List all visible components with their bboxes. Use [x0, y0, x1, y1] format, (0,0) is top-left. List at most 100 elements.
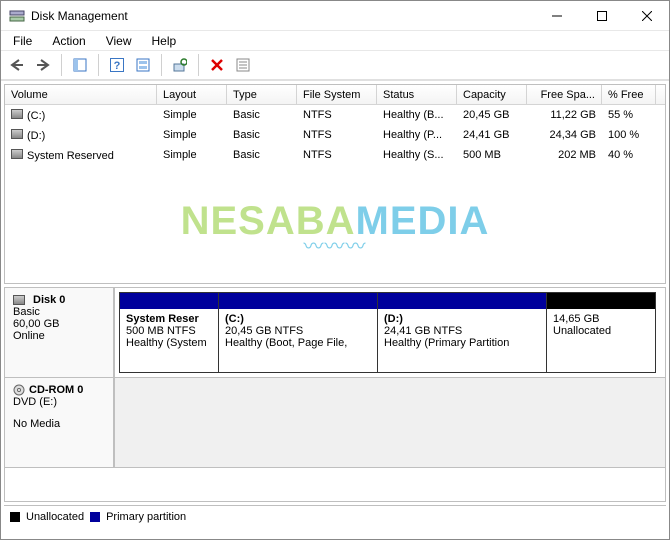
partition-bar — [120, 293, 218, 309]
volume-row[interactable]: (C:) Simple Basic NTFS Healthy (B... 20,… — [5, 105, 665, 125]
menu-file[interactable]: File — [5, 32, 40, 50]
cell-pct: 100 % — [602, 129, 656, 141]
disk-type: Basic — [13, 306, 105, 318]
volume-name: (C:) — [27, 110, 45, 122]
legend-label-unallocated: Unallocated — [26, 511, 84, 523]
col-type[interactable]: Type — [227, 85, 297, 104]
partition-size: 14,65 GB — [553, 313, 649, 325]
graphical-view: Disk 0 Basic 60,00 GB Online System Rese… — [4, 287, 666, 502]
toolbar: ? — [1, 51, 669, 81]
cell-capacity: 24,41 GB — [457, 129, 527, 141]
cell-status: Healthy (B... — [377, 109, 457, 121]
partition-bar — [378, 293, 546, 309]
forward-button[interactable] — [31, 53, 55, 77]
cdrom-icon — [13, 384, 25, 396]
disk-row-cdrom0: CD-ROM 0 DVD (E:) No Media — [5, 378, 665, 468]
cell-free: 11,22 GB — [527, 109, 602, 121]
disk-status: Online — [13, 330, 105, 342]
disk-type: DVD (E:) — [13, 396, 105, 408]
menu-view[interactable]: View — [98, 32, 140, 50]
partition-system-reserved[interactable]: System Reser 500 MB NTFS Healthy (System — [119, 292, 219, 373]
disk-partitions: System Reser 500 MB NTFS Healthy (System… — [115, 288, 665, 377]
volume-name: System Reserved — [27, 150, 114, 162]
partition-bar — [547, 293, 655, 309]
cell-status: Healthy (S... — [377, 149, 457, 161]
partition-c[interactable]: (C:) 20,45 GB NTFS Healthy (Boot, Page F… — [218, 292, 378, 373]
partition-unallocated[interactable]: 14,65 GB Unallocated — [546, 292, 656, 373]
legend-label-primary: Primary partition — [106, 511, 186, 523]
partition-d[interactable]: (D:) 24,41 GB NTFS Healthy (Primary Part… — [377, 292, 547, 373]
cell-fs: NTFS — [297, 129, 377, 141]
legend-swatch-primary — [90, 512, 100, 522]
help-button[interactable]: ? — [105, 53, 129, 77]
properties-button[interactable] — [231, 53, 255, 77]
cell-free: 202 MB — [527, 149, 602, 161]
partition-name: (C:) — [225, 313, 371, 325]
volume-row[interactable]: (D:) Simple Basic NTFS Healthy (P... 24,… — [5, 125, 665, 145]
volume-row[interactable]: System Reserved Simple Basic NTFS Health… — [5, 145, 665, 165]
cell-pct: 40 % — [602, 149, 656, 161]
col-freespace[interactable]: Free Spa... — [527, 85, 602, 104]
disk-icon — [13, 295, 25, 305]
cell-layout: Simple — [157, 149, 227, 161]
volume-icon — [11, 149, 23, 159]
menu-help[interactable]: Help — [144, 32, 185, 50]
volume-list: Volume Layout Type File System Status Ca… — [4, 84, 666, 284]
minimize-button[interactable] — [534, 1, 579, 31]
partition-name: System Reser — [126, 313, 212, 325]
menubar: File Action View Help — [1, 31, 669, 51]
legend: Unallocated Primary partition — [4, 505, 666, 527]
partition-status: Healthy (Primary Partition — [384, 337, 540, 349]
disk-name: Disk 0 — [33, 294, 65, 306]
cell-pct: 55 % — [602, 109, 656, 121]
col-layout[interactable]: Layout — [157, 85, 227, 104]
disk-size: 60,00 GB — [13, 318, 105, 330]
volume-list-header: Volume Layout Type File System Status Ca… — [5, 85, 665, 105]
col-status[interactable]: Status — [377, 85, 457, 104]
show-hide-console-tree-button[interactable] — [68, 53, 92, 77]
cell-fs: NTFS — [297, 149, 377, 161]
volume-icon — [11, 109, 23, 119]
titlebar: Disk Management — [1, 1, 669, 31]
disk-row-disk0: Disk 0 Basic 60,00 GB Online System Rese… — [5, 288, 665, 378]
maximize-button[interactable] — [579, 1, 624, 31]
partition-size: 500 MB NTFS — [126, 325, 212, 337]
partition-status: Healthy (Boot, Page File, — [225, 337, 371, 349]
settings-button[interactable] — [131, 53, 155, 77]
volume-icon — [11, 129, 23, 139]
menu-action[interactable]: Action — [44, 32, 93, 50]
cell-free: 24,34 GB — [527, 129, 602, 141]
col-pctfree[interactable]: % Free — [602, 85, 656, 104]
cell-type: Basic — [227, 109, 297, 121]
cell-status: Healthy (P... — [377, 129, 457, 141]
volume-name: (D:) — [27, 130, 45, 142]
col-capacity[interactable]: Capacity — [457, 85, 527, 104]
close-button[interactable] — [624, 1, 669, 31]
legend-swatch-unallocated — [10, 512, 20, 522]
cell-capacity: 500 MB — [457, 149, 527, 161]
disk-name: CD-ROM 0 — [29, 384, 83, 396]
partition-status: Healthy (System — [126, 337, 212, 349]
app-icon — [9, 8, 25, 24]
disk-status: No Media — [13, 418, 105, 430]
cell-layout: Simple — [157, 129, 227, 141]
disk-info[interactable]: Disk 0 Basic 60,00 GB Online — [5, 288, 115, 377]
cell-layout: Simple — [157, 109, 227, 121]
cell-capacity: 20,45 GB — [457, 109, 527, 121]
delete-button[interactable] — [205, 53, 229, 77]
col-volume[interactable]: Volume — [5, 85, 157, 104]
svg-text:?: ? — [114, 60, 121, 72]
cdrom-empty-area — [115, 378, 665, 467]
partition-size: 24,41 GB NTFS — [384, 325, 540, 337]
cell-type: Basic — [227, 149, 297, 161]
disk-info[interactable]: CD-ROM 0 DVD (E:) No Media — [5, 378, 115, 467]
col-filesystem[interactable]: File System — [297, 85, 377, 104]
watermark: NESABAMEDIA 〰〰〰 — [5, 199, 665, 259]
volume-list-body: (C:) Simple Basic NTFS Healthy (B... 20,… — [5, 105, 665, 283]
partition-name: (D:) — [384, 313, 540, 325]
refresh-button[interactable] — [168, 53, 192, 77]
back-button[interactable] — [5, 53, 29, 77]
window-title: Disk Management — [31, 9, 128, 23]
partition-status: Unallocated — [553, 325, 649, 337]
cell-type: Basic — [227, 129, 297, 141]
